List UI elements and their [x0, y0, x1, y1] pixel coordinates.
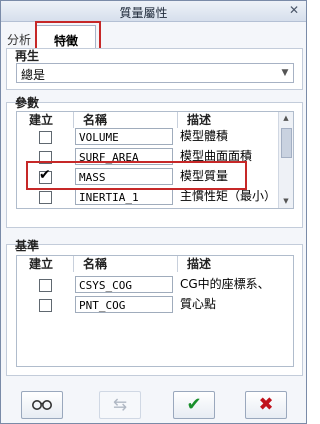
cancel-x-icon: ✖: [258, 394, 274, 415]
param-name-field[interactable]: SURF_AREA: [75, 148, 173, 165]
params-scrollbar[interactable]: ▲ ▼: [278, 112, 293, 208]
table-row[interactable]: VOLUME 模型體積: [17, 127, 279, 148]
datum-description: CG中的座標系、: [180, 277, 270, 291]
create-checkbox[interactable]: [39, 131, 52, 144]
datum-name-field[interactable]: CSYS_COG: [75, 276, 173, 293]
datums-col-create: 建立: [29, 257, 54, 271]
create-checkbox-checked[interactable]: [39, 167, 52, 184]
dialog-title: 質量屬性: [119, 6, 168, 20]
scroll-down-icon[interactable]: ▼: [279, 195, 293, 208]
preview-button[interactable]: [21, 391, 63, 419]
param-description: 模型質量: [180, 169, 229, 183]
params-col-name: 名稱: [83, 113, 108, 127]
scroll-thumb[interactable]: [281, 128, 292, 158]
datums-col-name: 名稱: [83, 257, 108, 271]
regen-section-title: 再生: [15, 49, 40, 63]
chevron-down-icon[interactable]: ▼: [277, 64, 293, 82]
scroll-up-icon[interactable]: ▲: [279, 112, 293, 125]
datum-name-field[interactable]: PNT_COG: [75, 296, 173, 313]
repeat-button[interactable]: ⇆: [99, 391, 141, 419]
table-row[interactable]: CSYS_COG CG中的座標系、: [17, 275, 293, 296]
checkmark-icon: ✔: [186, 394, 202, 415]
datums-col-desc: 描述: [187, 257, 212, 271]
params-col-desc: 描述: [187, 113, 212, 127]
table-row[interactable]: PNT_COG 質心點: [17, 295, 293, 316]
regen-selected-value: 總是: [21, 68, 46, 82]
params-table: 建立 名稱 描述 VOLUME 模型體積 SURF_AREA 模型曲面面積 MA…: [16, 111, 294, 209]
ok-button[interactable]: ✔: [173, 391, 215, 419]
cancel-button[interactable]: ✖: [245, 391, 287, 419]
create-checkbox[interactable]: [39, 279, 52, 292]
param-name-field[interactable]: VOLUME: [75, 128, 173, 145]
param-name-field[interactable]: MASS: [75, 168, 173, 185]
table-row[interactable]: SURF_AREA 模型曲面面積: [17, 147, 279, 168]
param-description: 模型體積: [180, 129, 229, 143]
title-bar: 質量屬性 ✕: [1, 1, 306, 22]
params-section-title: 參數: [15, 96, 40, 110]
param-name-field[interactable]: INERTIA_1: [75, 188, 173, 205]
param-description: 主慣性矩（最小）: [180, 189, 277, 203]
repeat-icon: ⇆: [112, 395, 128, 415]
datum-description: 質心點: [180, 297, 217, 311]
param-description: 模型曲面面積: [180, 149, 253, 163]
params-col-create: 建立: [29, 113, 54, 127]
table-row[interactable]: INERTIA_1 主慣性矩（最小）: [17, 187, 279, 208]
datums-table: 建立 名稱 描述 CSYS_COG CG中的座標系、 PNT_COG 質心點: [16, 255, 294, 367]
datums-section-title: 基準: [15, 239, 40, 253]
mass-properties-dialog: 質量屬性 ✕ 分析 特徵 再生 總是 ▼ 參數 建立 名稱 描述 VOLUME …: [0, 0, 307, 424]
regen-dropdown[interactable]: 總是 ▼: [16, 63, 294, 83]
create-checkbox[interactable]: [39, 191, 52, 204]
glasses-icon: [32, 400, 52, 410]
close-icon[interactable]: ✕: [286, 2, 302, 18]
create-checkbox[interactable]: [39, 151, 52, 164]
create-checkbox[interactable]: [39, 299, 52, 312]
table-row[interactable]: MASS 模型質量: [17, 167, 279, 188]
